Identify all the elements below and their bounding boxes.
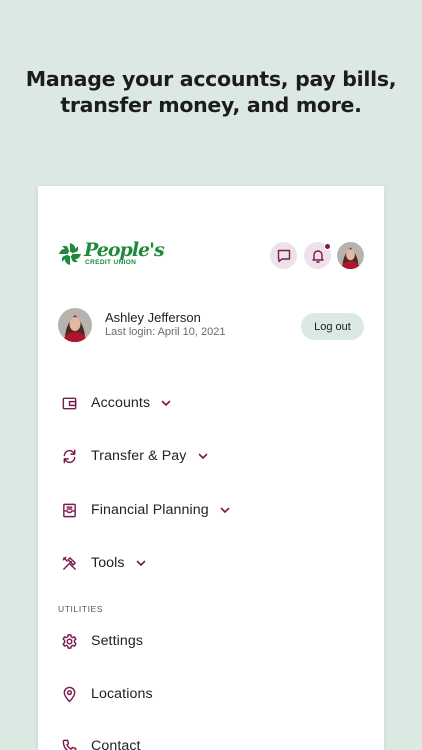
phone-icon [60,737,78,750]
transfer-icon [60,447,78,465]
messages-button[interactable] [270,242,297,269]
menu-item-locations[interactable]: Locations [60,679,153,709]
chevron-down-icon [220,507,230,513]
headline-line-1: Manage your accounts, pay bills, [25,67,397,91]
menu-item-financial-planning[interactable]: Financial Planning [60,495,232,525]
logout-button[interactable]: Log out [301,313,364,340]
user-name: Ashley Jefferson [105,310,201,325]
promo-headline: Manage your accounts, pay bills, transfe… [0,66,422,118]
app-screen: People's CREDIT UNION Ashley Jefferson L… [38,186,384,750]
logo-wordmark: People's [84,239,165,261]
chevron-down-icon [198,453,207,459]
headline-line-2: transfer money, and more. [60,93,362,117]
utilities-section-label: UTILITIES [58,604,104,614]
menu-label-locations: Locations [91,686,153,702]
pinwheel-logo-icon [59,243,81,265]
menu-item-contact[interactable]: Contact [60,731,141,750]
wallet-icon [60,394,78,412]
last-login-text: Last login: April 10, 2021 [105,326,226,338]
gear-icon [60,632,78,650]
bell-icon [311,249,324,263]
menu-item-transfer-pay[interactable]: Transfer & Pay [60,441,210,471]
menu-label-contact: Contact [91,738,141,750]
planning-icon [60,501,78,519]
chevron-down-icon [136,560,145,566]
profile-avatar-button[interactable] [337,242,364,269]
menu-label-financial-planning: Financial Planning [91,502,209,518]
user-avatar [58,308,92,342]
notification-badge [324,243,331,250]
chevron-down-icon [161,400,171,406]
peoples-logo[interactable]: People's CREDIT UNION [58,239,165,270]
avatar-photo [58,308,92,342]
menu-item-settings[interactable]: Settings [60,626,143,656]
location-pin-icon [60,685,78,703]
tools-icon [60,554,78,572]
logo-subtext: CREDIT UNION [85,259,137,266]
menu-label-settings: Settings [91,633,144,649]
message-icon [277,249,290,262]
menu-label-accounts: Accounts [91,395,151,411]
menu-item-accounts[interactable]: Accounts [60,388,173,418]
menu-item-tools[interactable]: Tools [60,548,148,578]
menu-label-transfer-pay: Transfer & Pay [91,448,187,464]
notifications-button[interactable] [304,242,331,269]
menu-label-tools: Tools [91,555,125,571]
avatar [337,242,364,269]
